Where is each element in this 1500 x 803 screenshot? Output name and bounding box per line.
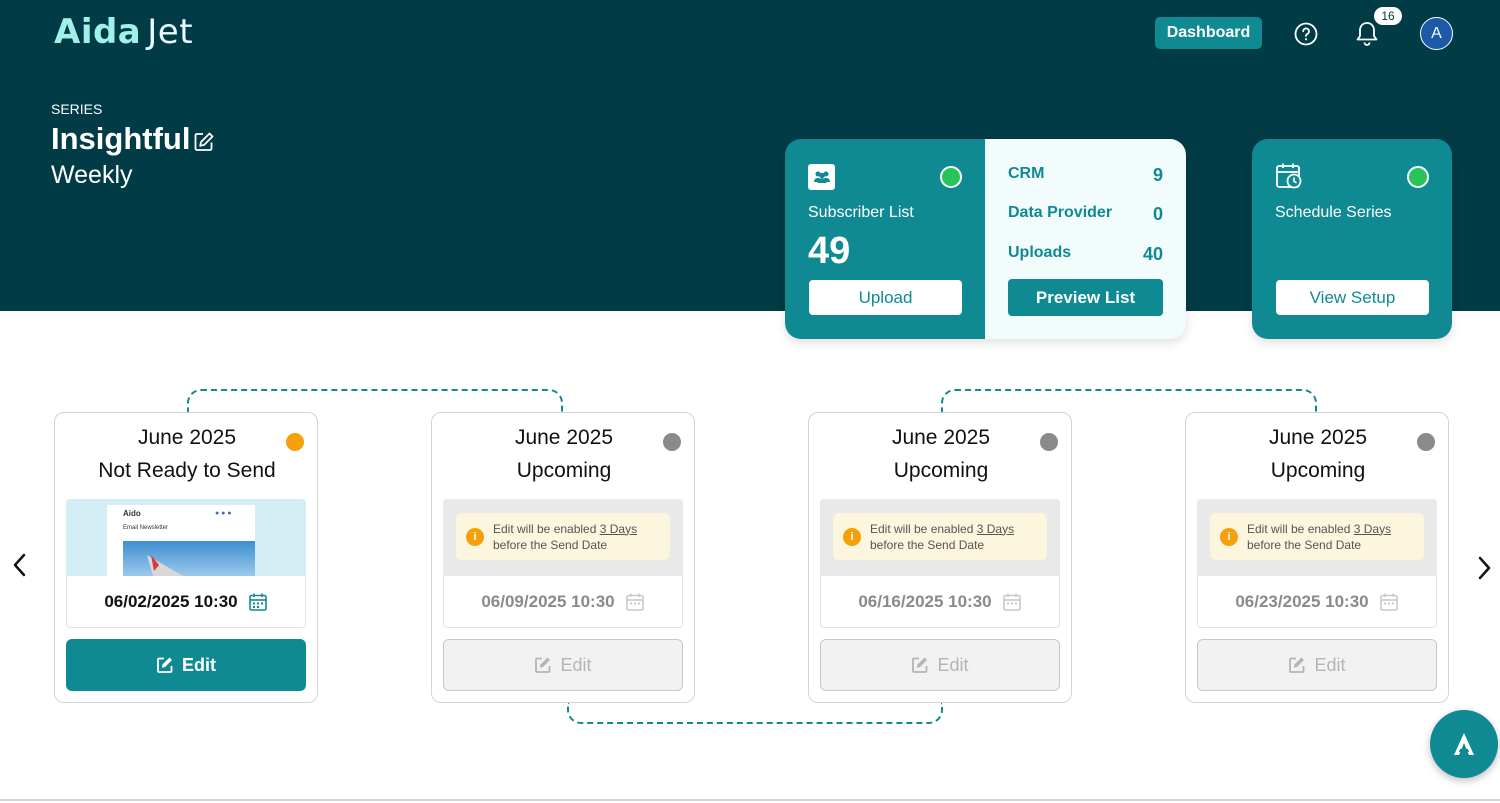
edit-locked-notice: i Edit will be enabled 3 Days before the … — [1210, 513, 1424, 560]
email-status-indicator — [1040, 433, 1058, 451]
assistant-launcher-button[interactable] — [1430, 710, 1498, 778]
send-date: 06/23/2025 10:30 — [1197, 576, 1437, 628]
calendar-icon[interactable] — [248, 592, 268, 612]
edit-title-icon[interactable] — [193, 131, 215, 153]
subscribers-icon — [808, 164, 835, 190]
preview-title: Email Newsletter — [123, 525, 169, 531]
series-label: SERIES — [51, 101, 103, 117]
assistant-logo-icon — [1454, 733, 1474, 755]
subscriber-sources: CRM 9 Data Provider 0 Uploads 40 Preview Li… — [985, 139, 1186, 339]
edit-icon — [157, 657, 173, 673]
subscriber-status-indicator — [940, 166, 962, 188]
email-status: Upcoming — [1270, 459, 1366, 482]
calendar-icon — [1379, 593, 1398, 611]
edit-email-button: Edit — [1197, 639, 1437, 691]
email-status: Not Ready to Send — [98, 459, 276, 482]
series-frequency: Weekly — [51, 161, 133, 189]
dashboard-button[interactable]: Dashboard — [1155, 17, 1262, 49]
email-status-indicator — [663, 433, 681, 451]
edit-icon — [912, 657, 928, 673]
email-card: June 2025 Upcoming i Edit will be enable… — [1185, 412, 1449, 703]
calendar-clock-icon — [1276, 163, 1302, 189]
stat-row-data-provider: Data Provider 0 — [1008, 204, 1163, 224]
sequence-connector — [941, 389, 1317, 413]
upload-button[interactable]: Upload — [809, 280, 962, 315]
notification-bell-icon[interactable] — [1354, 20, 1380, 48]
help-icon[interactable] — [1294, 22, 1318, 46]
calendar-icon — [625, 593, 644, 611]
email-preview-thumbnail: i Edit will be enabled 3 Days before the … — [820, 499, 1060, 576]
chevron-right-icon[interactable] — [1474, 553, 1494, 583]
user-avatar[interactable]: A — [1420, 17, 1453, 50]
email-month: June 2025 — [514, 426, 614, 449]
subscriber-list-label: Subscriber List — [808, 204, 914, 221]
email-preview-thumbnail[interactable]: Aido ● ● ● Email Newsletter — [66, 499, 306, 576]
airplane-wing-image — [123, 541, 255, 576]
email-month: June 2025 — [891, 426, 991, 449]
preview-list-button[interactable]: Preview List — [1008, 279, 1163, 316]
edit-email-button: Edit — [820, 639, 1060, 691]
sequence-connector — [187, 389, 563, 413]
schedule-series-label: Schedule Series — [1275, 204, 1392, 221]
subscriber-list-card: Subscriber List 49 Upload CRM 9 Data Prov… — [785, 139, 1186, 339]
series-title: Insightful — [51, 121, 191, 156]
edit-locked-notice: i Edit will be enabled 3 Days before the … — [833, 513, 1047, 560]
email-status-indicator — [1417, 433, 1435, 451]
send-date: 06/16/2025 10:30 — [820, 576, 1060, 628]
edit-locked-notice: i Edit will be enabled 3 Days before the … — [456, 513, 670, 560]
subscriber-count: 49 — [808, 230, 851, 272]
notification-count-badge: 16 — [1374, 7, 1402, 25]
info-icon: i — [843, 527, 861, 546]
edit-email-button[interactable]: Edit — [66, 639, 306, 691]
app-logo[interactable]: Aida Jet — [54, 12, 193, 52]
social-icons: ● ● ● — [215, 510, 232, 517]
email-card: June 2025 Not Ready to Send Aido ● ● ● E… — [54, 412, 318, 703]
subscriber-summary: Subscriber List 49 Upload — [785, 139, 985, 339]
email-month: June 2025 — [137, 426, 237, 449]
email-preview-thumbnail: i Edit will be enabled 3 Days before the … — [443, 499, 683, 576]
page-bottom-divider — [0, 799, 1500, 801]
email-status: Upcoming — [516, 459, 612, 482]
stat-row-uploads: Uploads 40 — [1008, 244, 1163, 264]
email-preview-thumbnail: i Edit will be enabled 3 Days before the … — [1197, 499, 1437, 576]
preview-logo: Aido — [123, 509, 141, 518]
edit-icon — [1289, 657, 1305, 673]
view-setup-button[interactable]: View Setup — [1276, 280, 1429, 315]
newsletter-preview: Aido ● ● ● Email Newsletter — [107, 505, 255, 576]
edit-email-button: Edit — [443, 639, 683, 691]
email-month: June 2025 — [1268, 426, 1368, 449]
info-icon: i — [1220, 527, 1238, 546]
schedule-status-indicator — [1407, 166, 1429, 188]
schedule-series-card: Schedule Series View Setup — [1252, 139, 1452, 339]
email-status: Upcoming — [893, 459, 989, 482]
send-date[interactable]: 06/02/2025 10:30 — [66, 576, 306, 628]
chevron-left-icon[interactable] — [10, 550, 30, 580]
email-card: June 2025 Upcoming i Edit will be enable… — [808, 412, 1072, 703]
email-status-indicator — [286, 433, 304, 451]
calendar-icon — [1002, 593, 1021, 611]
send-date: 06/09/2025 10:30 — [443, 576, 683, 628]
sequence-connector — [567, 702, 943, 724]
email-card: June 2025 Upcoming i Edit will be enable… — [431, 412, 695, 703]
stat-row-crm: CRM 9 — [1008, 165, 1163, 185]
edit-icon — [535, 657, 551, 673]
info-icon: i — [466, 527, 484, 546]
